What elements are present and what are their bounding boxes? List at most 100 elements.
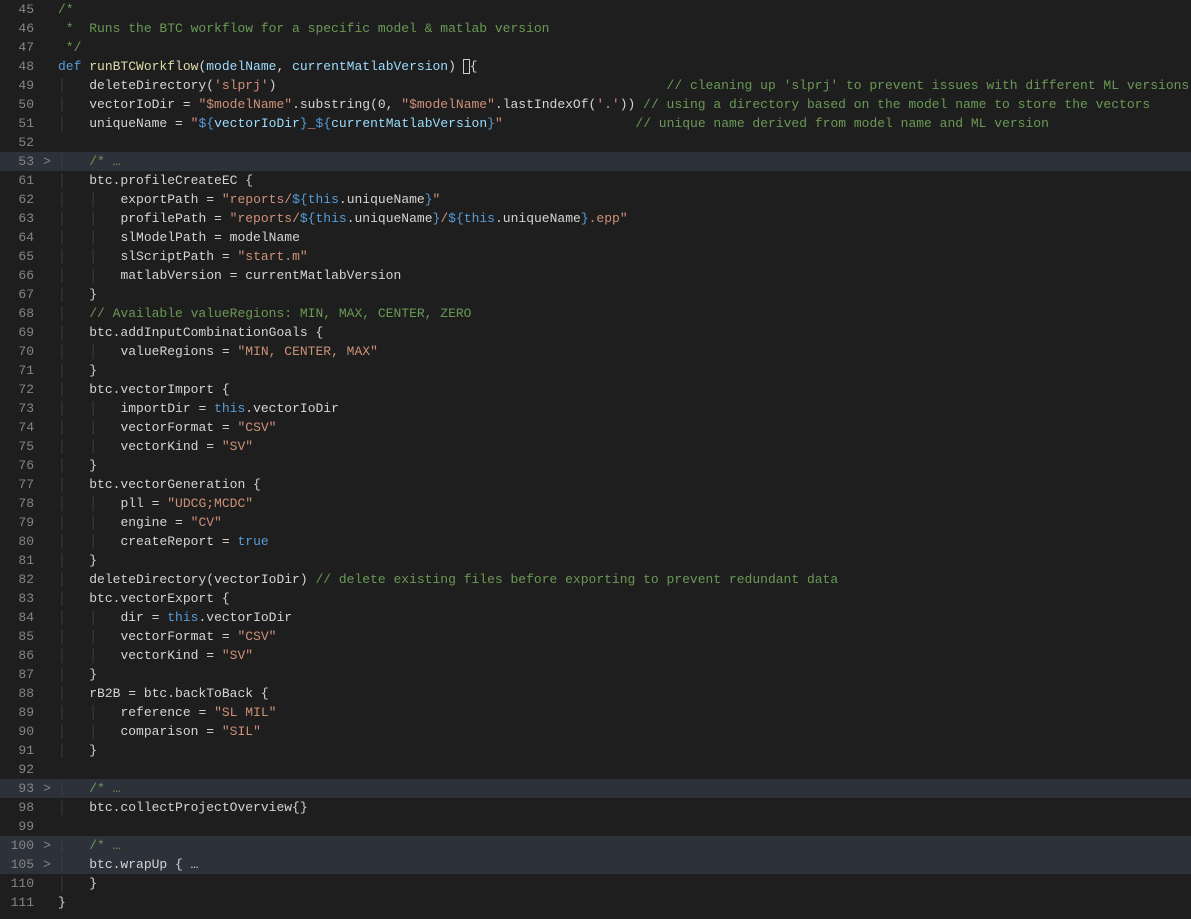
code-line[interactable]: 89│ │ reference = "SL MIL" [0, 703, 1191, 722]
code-content[interactable]: def runBTCWorkflow(modelName, currentMat… [56, 57, 478, 76]
code-content[interactable]: │ │ valueRegions = "MIN, CENTER, MAX" [56, 342, 378, 361]
code-content[interactable] [56, 133, 66, 152]
fold-collapsed-icon[interactable]: > [38, 836, 56, 855]
code-line[interactable]: 91│ } [0, 741, 1191, 760]
code-line[interactable]: 92 [0, 760, 1191, 779]
code-line[interactable]: 85│ │ vectorFormat = "CSV" [0, 627, 1191, 646]
code-content[interactable]: │ │ profilePath = "reports/${this.unique… [56, 209, 628, 228]
code-line[interactable]: 72│ btc.vectorImport { [0, 380, 1191, 399]
code-line[interactable]: 67│ } [0, 285, 1191, 304]
code-content[interactable]: │ │ dir = this.vectorIoDir [56, 608, 292, 627]
code-content[interactable]: │ } [56, 741, 97, 760]
code-content[interactable]: │ deleteDirectory('slprj') // cleaning u… [56, 76, 1189, 95]
code-content[interactable]: */ [56, 38, 81, 57]
code-content[interactable]: │ │ createReport = true [56, 532, 269, 551]
code-line[interactable]: 93>│ /* … [0, 779, 1191, 798]
code-content[interactable]: │ vectorIoDir = "$modelName".substring(0… [56, 95, 1150, 114]
code-content[interactable]: │ btc.vectorImport { [56, 380, 230, 399]
code-line[interactable]: 64│ │ slModelPath = modelName [0, 228, 1191, 247]
code-line[interactable]: 79│ │ engine = "CV" [0, 513, 1191, 532]
code-line[interactable]: 73│ │ importDir = this.vectorIoDir [0, 399, 1191, 418]
code-content[interactable]: │ │ comparison = "SIL" [56, 722, 261, 741]
code-content[interactable]: │ } [56, 285, 97, 304]
code-line[interactable]: 53>│ /* … [0, 152, 1191, 171]
code-line[interactable]: 63│ │ profilePath = "reports/${this.uniq… [0, 209, 1191, 228]
code-content[interactable]: │ btc.collectProjectOverview{} [56, 798, 308, 817]
code-line[interactable]: 68│ // Available valueRegions: MIN, MAX,… [0, 304, 1191, 323]
code-line[interactable]: 78│ │ pll = "UDCG;MCDC" [0, 494, 1191, 513]
code-content[interactable]: │ } [56, 551, 97, 570]
code-line[interactable]: 76│ } [0, 456, 1191, 475]
code-content[interactable]: │ btc.addInputCombinationGoals { [56, 323, 323, 342]
code-content[interactable]: │ btc.vectorGeneration { [56, 475, 261, 494]
code-content[interactable]: │ } [56, 874, 97, 893]
code-line[interactable]: 105>│ btc.wrapUp { … [0, 855, 1191, 874]
code-content[interactable]: │ btc.vectorExport { [56, 589, 230, 608]
code-line[interactable]: 110│ } [0, 874, 1191, 893]
code-line[interactable]: 47 */ [0, 38, 1191, 57]
code-content[interactable]: │ │ vectorFormat = "CSV" [56, 418, 276, 437]
code-content[interactable]: │ /* … [56, 152, 120, 171]
code-line[interactable]: 75│ │ vectorKind = "SV" [0, 437, 1191, 456]
code-content[interactable]: │ │ vectorFormat = "CSV" [56, 627, 276, 646]
code-line[interactable]: 84│ │ dir = this.vectorIoDir [0, 608, 1191, 627]
code-line[interactable]: 86│ │ vectorKind = "SV" [0, 646, 1191, 665]
fold-collapsed-icon[interactable]: > [38, 152, 56, 171]
code-content[interactable]: /* [56, 0, 74, 19]
code-content[interactable]: │ │ vectorKind = "SV" [56, 646, 253, 665]
code-content[interactable] [56, 760, 66, 779]
code-content[interactable]: │ │ exportPath = "reports/${this.uniqueN… [56, 190, 440, 209]
code-content[interactable]: } [56, 893, 66, 912]
code-content[interactable]: │ } [56, 665, 97, 684]
code-content[interactable]: │ btc.profileCreateEC { [56, 171, 253, 190]
code-content[interactable]: * Runs the BTC workflow for a specific m… [56, 19, 549, 38]
code-line[interactable]: 100>│ /* … [0, 836, 1191, 855]
code-line[interactable]: 48def runBTCWorkflow(modelName, currentM… [0, 57, 1191, 76]
code-line[interactable]: 69│ btc.addInputCombinationGoals { [0, 323, 1191, 342]
code-content[interactable]: │ deleteDirectory(vectorIoDir) // delete… [56, 570, 838, 589]
code-line[interactable]: 82│ deleteDirectory(vectorIoDir) // dele… [0, 570, 1191, 589]
code-content[interactable]: │ } [56, 456, 97, 475]
code-line[interactable]: 74│ │ vectorFormat = "CSV" [0, 418, 1191, 437]
code-line[interactable]: 111} [0, 893, 1191, 912]
code-line[interactable]: 70│ │ valueRegions = "MIN, CENTER, MAX" [0, 342, 1191, 361]
code-line[interactable]: 49│ deleteDirectory('slprj') // cleaning… [0, 76, 1191, 95]
code-line[interactable]: 66│ │ matlabVersion = currentMatlabVersi… [0, 266, 1191, 285]
code-content[interactable]: │ │ slModelPath = modelName [56, 228, 300, 247]
code-line[interactable]: 62│ │ exportPath = "reports/${this.uniqu… [0, 190, 1191, 209]
code-line[interactable]: 90│ │ comparison = "SIL" [0, 722, 1191, 741]
code-content[interactable]: │ /* … [56, 836, 120, 855]
code-content[interactable]: │ } [56, 361, 97, 380]
code-line[interactable]: 61│ btc.profileCreateEC { [0, 171, 1191, 190]
code-line[interactable]: 50│ vectorIoDir = "$modelName".substring… [0, 95, 1191, 114]
code-line[interactable]: 80│ │ createReport = true [0, 532, 1191, 551]
code-line[interactable]: 65│ │ slScriptPath = "start.m" [0, 247, 1191, 266]
code-editor[interactable]: 45/*46 * Runs the BTC workflow for a spe… [0, 0, 1191, 912]
code-content[interactable]: │ │ pll = "UDCG;MCDC" [56, 494, 253, 513]
code-content[interactable]: │ │ reference = "SL MIL" [56, 703, 276, 722]
code-content[interactable]: │ │ engine = "CV" [56, 513, 222, 532]
code-content[interactable]: │ │ vectorKind = "SV" [56, 437, 253, 456]
code-content[interactable] [56, 817, 66, 836]
code-content[interactable]: │ btc.wrapUp { … [56, 855, 198, 874]
code-content[interactable]: │ rB2B = btc.backToBack { [56, 684, 269, 703]
code-line[interactable]: 71│ } [0, 361, 1191, 380]
fold-collapsed-icon[interactable]: > [38, 855, 56, 874]
code-content[interactable]: │ │ matlabVersion = currentMatlabVersion [56, 266, 401, 285]
code-line[interactable]: 45/* [0, 0, 1191, 19]
code-content[interactable]: │ │ slScriptPath = "start.m" [56, 247, 308, 266]
code-line[interactable]: 83│ btc.vectorExport { [0, 589, 1191, 608]
code-content[interactable]: │ uniqueName = "${vectorIoDir}_${current… [56, 114, 1049, 133]
code-line[interactable]: 98│ btc.collectProjectOverview{} [0, 798, 1191, 817]
code-line[interactable]: 81│ } [0, 551, 1191, 570]
code-content[interactable]: │ /* … [56, 779, 120, 798]
code-line[interactable]: 88│ rB2B = btc.backToBack { [0, 684, 1191, 703]
code-content[interactable]: │ │ importDir = this.vectorIoDir [56, 399, 339, 418]
code-line[interactable]: 52 [0, 133, 1191, 152]
code-line[interactable]: 87│ } [0, 665, 1191, 684]
code-line[interactable]: 51│ uniqueName = "${vectorIoDir}_${curre… [0, 114, 1191, 133]
code-content[interactable]: │ // Available valueRegions: MIN, MAX, C… [56, 304, 471, 323]
code-line[interactable]: 99 [0, 817, 1191, 836]
code-line[interactable]: 77│ btc.vectorGeneration { [0, 475, 1191, 494]
fold-collapsed-icon[interactable]: > [38, 779, 56, 798]
